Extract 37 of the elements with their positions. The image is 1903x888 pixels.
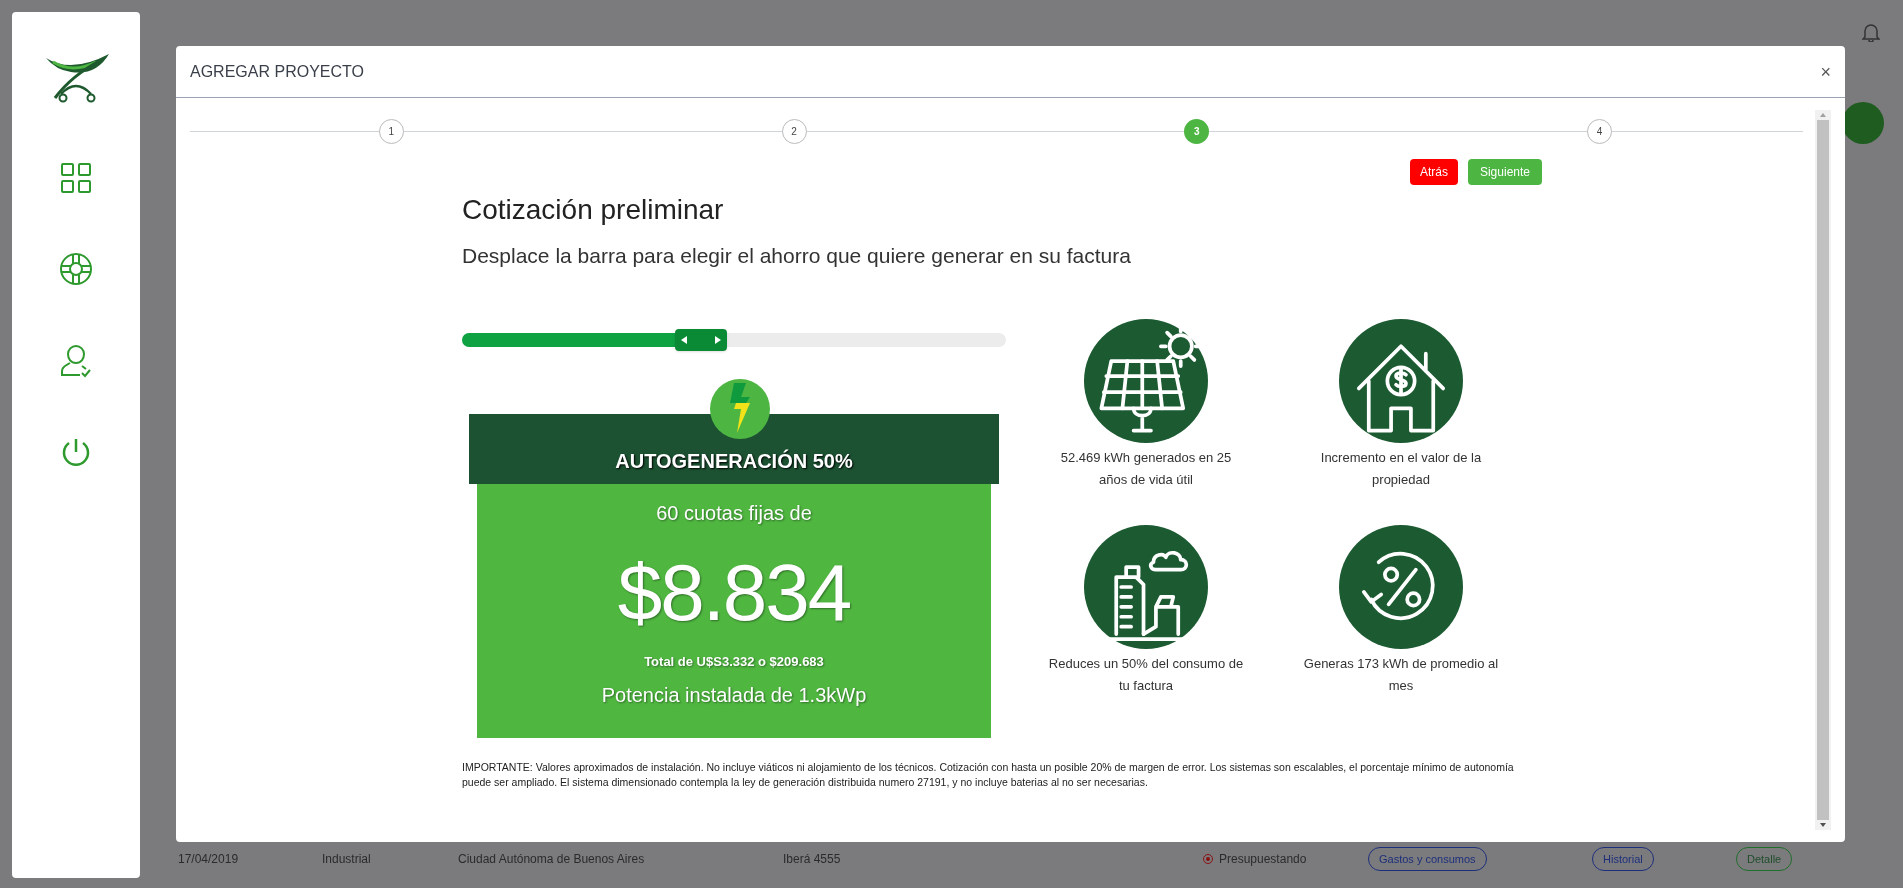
solar-panel-icon bbox=[1084, 319, 1208, 443]
benefit-caption: Incremento en el valor de la propiedad bbox=[1319, 449, 1483, 489]
step-indicator[interactable]: 1 bbox=[378, 119, 404, 144]
percent-cycle-icon bbox=[1339, 525, 1463, 649]
lifebuoy-icon[interactable] bbox=[59, 252, 93, 286]
add-button[interactable] bbox=[1842, 102, 1884, 144]
table-cell-text: Iberá 4555 bbox=[783, 851, 842, 868]
back-button[interactable]: Atrás bbox=[1409, 159, 1458, 185]
scrollbar[interactable] bbox=[1815, 110, 1831, 830]
price-value: $8.834 bbox=[617, 548, 851, 638]
step-indicator[interactable]: 3 bbox=[1184, 119, 1210, 144]
power-icon[interactable] bbox=[61, 436, 91, 468]
house-dollar-icon bbox=[1339, 319, 1463, 443]
benefit-caption: 52.469 kWh generados en 25 años de vida útil bbox=[1059, 449, 1233, 489]
close-button[interactable]: × bbox=[1820, 62, 1831, 81]
total-text: Total de U$S3.332 o $209.683 bbox=[644, 653, 824, 671]
benefit-caption: Generas 173 kWh de promedio al mes bbox=[1302, 655, 1500, 695]
user-check-icon[interactable] bbox=[60, 344, 92, 378]
table-cell-text: Ciudad Autónoma de Buenos Aires bbox=[458, 851, 646, 868]
slider-handle[interactable] bbox=[675, 329, 728, 351]
installments-label: 60 cuotas fijas de bbox=[656, 501, 812, 526]
dashboard-icon[interactable] bbox=[60, 162, 92, 194]
benefit-caption: Reduces un 50% del consumo de tu factura bbox=[1047, 655, 1245, 695]
plan-title: AUTOGENERACIÓN 50% bbox=[615, 448, 853, 474]
table-cell-text: 17/04/2019 bbox=[178, 851, 240, 868]
heading: Cotización preliminar bbox=[462, 193, 725, 227]
disclaimer-text: IMPORTANTE: Valores aproximados de instalación. No incluye viáticos ni alojamiento de los técnicos. Cotización con hasta un posible 20% de margen de error. Los sistemas son escalables, el porcentaje mínimo de autonomía puede ser ampliado. El sistema dimensionado contempla la ley de generación distribuida numero 27191, y no incluye baterias al no ser necesarias. bbox=[462, 760, 1515, 790]
factory-buildings-icon bbox=[1084, 525, 1208, 649]
notification-bell-icon[interactable] bbox=[1862, 22, 1880, 42]
power-text: Potencia instalada de 1.3kWp bbox=[601, 682, 867, 708]
table-cell-text: Industrial bbox=[322, 851, 372, 868]
next-button[interactable]: Siguiente bbox=[1467, 159, 1542, 185]
step-indicator[interactable]: 2 bbox=[781, 119, 807, 144]
step-indicator[interactable]: 4 bbox=[1587, 119, 1613, 144]
modal-title: AGREGAR PROYECTO bbox=[190, 61, 364, 82]
subheading: Desplace la barra para elegir el ahorro que quiere generar en su factura bbox=[462, 243, 1132, 269]
status-text: Presupuestando bbox=[1219, 851, 1307, 868]
